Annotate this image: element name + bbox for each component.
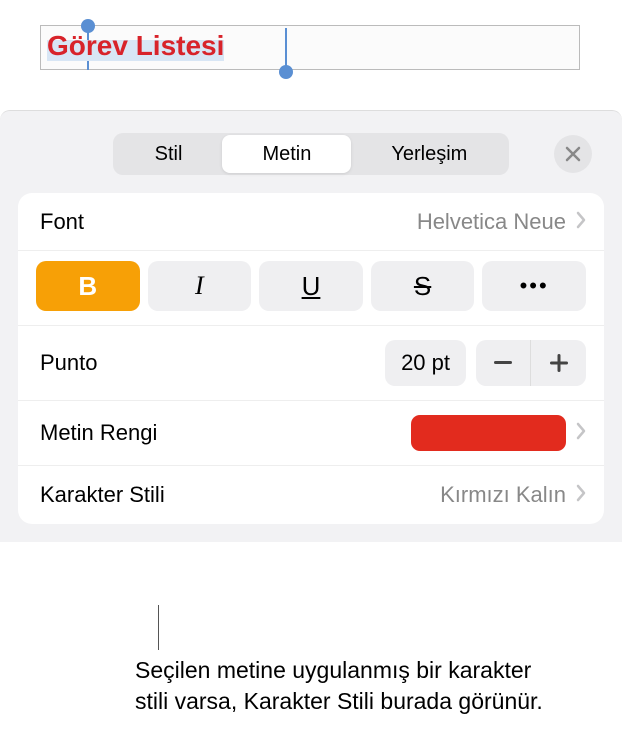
callout-line [158,605,159,650]
character-style-row[interactable]: Karakter Stili Kırmızı Kalın [18,466,604,524]
text-style-row: B I U S ••• [18,251,604,326]
tab-text[interactable]: Metin [222,135,351,173]
more-icon: ••• [520,273,549,299]
selection-bar-end [285,28,287,70]
tab-layout[interactable]: Yerleşim [351,135,507,173]
size-label: Punto [40,350,98,376]
text-color-row[interactable]: Metin Rengi [18,401,604,466]
size-value[interactable]: 20 pt [385,340,466,386]
text-format-card: Font Helvetica Neue B I U S ••• Punto 20… [18,193,604,524]
underline-button[interactable]: U [259,261,363,311]
chevron-right-icon [576,481,586,509]
size-row: Punto 20 pt [18,326,604,401]
close-icon [565,146,581,162]
strikethrough-button[interactable]: S [371,261,475,311]
color-swatch[interactable] [411,415,566,451]
tab-style[interactable]: Stil [115,135,223,173]
text-color-label: Metin Rengi [40,420,157,446]
text-selection[interactable]: Görev Listesi [45,26,226,68]
size-increase-button[interactable] [531,340,586,386]
format-panel: Stil Metin Yerleşim Font Helvetica Neue … [0,110,622,542]
character-style-label: Karakter Stili [40,482,165,508]
more-styles-button[interactable]: ••• [482,261,586,311]
chevron-right-icon [576,208,586,236]
size-decrease-button[interactable] [476,340,531,386]
plus-icon [550,354,568,372]
minus-icon [494,361,512,365]
callout-text: Seçilen metine uygulanmış bir karakter s… [135,655,555,717]
tab-segmented-control: Stil Metin Yerleşim [113,133,510,175]
character-style-value: Kırmızı Kalın [165,482,566,508]
bold-button[interactable]: B [36,261,140,311]
text-box[interactable]: Görev Listesi [40,25,580,70]
text-content[interactable]: Görev Listesi [47,30,224,61]
size-controls: 20 pt [385,340,586,386]
panel-header: Stil Metin Yerleşim [0,111,622,193]
font-row[interactable]: Font Helvetica Neue [18,193,604,251]
close-button[interactable] [554,135,592,173]
size-stepper [476,340,586,386]
italic-button[interactable]: I [148,261,252,311]
chevron-right-icon [576,419,586,447]
font-label: Font [40,209,84,235]
selection-handle-end[interactable] [279,65,293,79]
font-value: Helvetica Neue [84,209,566,235]
